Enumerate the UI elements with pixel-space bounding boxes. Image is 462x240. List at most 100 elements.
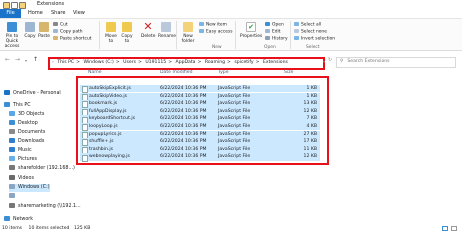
file-name: loopyLoop.js xyxy=(89,124,118,129)
new-folder-quick-icon[interactable] xyxy=(19,1,26,9)
cut-button[interactable]: Cut xyxy=(53,22,68,29)
file-row[interactable]: keyboardShortcut.js 6/22/2024 10:36 PM Jav… xyxy=(80,115,320,124)
nav-item[interactable]: OneDrive - Personal xyxy=(4,90,61,98)
pin-button[interactable]: Pin to Quick access xyxy=(2,22,22,49)
file-row[interactable]: autoSkipVideo.js 6/22/2024 10:36 PM JavaSc… xyxy=(80,92,320,101)
file-row[interactable]: trashbin.js 6/22/2024 10:36 PM JavaScript … xyxy=(80,145,320,155)
breadcrumb-separator: > xyxy=(137,60,142,65)
file-row[interactable]: webnowplaying.js 6/22/2024 10:36 PM JavaSc… xyxy=(80,153,320,162)
nav-item[interactable]: Music xyxy=(9,147,32,155)
address-dropdown-icon[interactable]: ▾ xyxy=(323,59,325,64)
copy-path-button[interactable]: Copy path xyxy=(53,29,83,36)
nav-item-label: Desktop xyxy=(18,121,38,126)
column-header-size[interactable]: Size xyxy=(284,70,293,75)
nav-item[interactable]: Downloads xyxy=(9,138,44,146)
file-row[interactable]: popupLyrics.js 6/22/2024 10:36 PM JavaScri… xyxy=(80,130,320,139)
back-icon[interactable]: ← xyxy=(5,56,10,63)
breadcrumb-segment[interactable]: Users xyxy=(123,60,136,65)
copy-to-label: Copy to xyxy=(121,34,133,44)
move-to-label: Move to xyxy=(105,34,117,44)
nav-item[interactable]: 3D Objects xyxy=(9,111,44,119)
column-header-type[interactable]: Type xyxy=(218,70,229,75)
tab-share[interactable]: Share xyxy=(47,9,69,18)
column-header-date[interactable]: Date modified xyxy=(160,70,193,75)
refresh-icon[interactable]: ↻ xyxy=(328,57,332,63)
copy-button[interactable]: Copy xyxy=(24,22,36,39)
new-item-button[interactable]: New item xyxy=(199,22,227,29)
open-button[interactable]: Open xyxy=(265,22,284,29)
file-name: bookmark.js xyxy=(89,101,118,107)
delete-button[interactable]: ✕ Delete xyxy=(141,21,155,39)
divider xyxy=(176,21,177,49)
search-input[interactable]: ⚲ Search Extensions xyxy=(336,57,456,68)
breadcrumb-segment[interactable]: U191115 xyxy=(145,60,166,65)
breadcrumb-segment[interactable]: Extensions xyxy=(263,60,288,65)
file-row[interactable]: shuffle+.js 6/22/2024 10:36 PM JavaScript … xyxy=(80,138,320,147)
breadcrumb-segment[interactable]: spicetify xyxy=(234,60,253,65)
invert-selection-button[interactable]: Invert selection xyxy=(294,36,335,43)
nav-item-label: Videos xyxy=(18,176,34,181)
tab-view[interactable]: View xyxy=(69,9,89,18)
file-row[interactable]: loopyLoop.js 6/22/2024 10:36 PM JavaScript… xyxy=(80,123,320,132)
nav-item[interactable]: Network xyxy=(4,216,33,224)
paste-button[interactable]: Paste xyxy=(38,22,50,39)
nav-item[interactable]: This PC xyxy=(4,102,31,110)
address-bar[interactable]: › This PC > Windows (C:) > Users > U191115 >… xyxy=(48,57,325,70)
file-size: 1 KB xyxy=(306,86,317,91)
tab-file[interactable]: File xyxy=(0,9,21,18)
breadcrumb-segment[interactable]: This PC xyxy=(57,60,74,65)
nav-item-label: Music xyxy=(18,148,32,153)
nav-item[interactable]: Videos xyxy=(9,175,34,183)
new-folder-button[interactable]: New folder xyxy=(180,22,196,44)
nav-item[interactable]: sharemarketing (\\192.1... xyxy=(9,203,81,211)
nav-item[interactable]: sharefolder (192.168...) xyxy=(9,165,75,173)
search-icon: ⚲ xyxy=(340,59,344,64)
file-type: JavaScript File xyxy=(218,108,251,114)
nav-item[interactable]: Documents xyxy=(9,129,45,137)
breadcrumb-separator: > xyxy=(197,60,202,65)
file-row[interactable]: bookmark.js 6/22/2024 10:36 PM JavaScript … xyxy=(80,100,320,109)
select-none-button[interactable]: Select none xyxy=(294,29,327,36)
nav-item[interactable]: Desktop xyxy=(9,120,38,128)
file-size: 27 KB xyxy=(303,131,317,137)
recent-locations-icon[interactable]: ▾ xyxy=(25,58,27,63)
cloud-icon xyxy=(4,90,10,95)
copy-label: Copy xyxy=(24,34,36,39)
nav-item-label: sharefolder (192.168...) xyxy=(18,166,75,171)
file-row[interactable]: fullAppDisplay.js 6/22/2024 10:36 PM JavaS… xyxy=(80,107,320,117)
breadcrumb-segment[interactable]: Windows (C:) xyxy=(83,60,113,65)
cube-icon xyxy=(9,111,15,116)
easy-access-button[interactable]: Easy access xyxy=(199,29,233,36)
nav-item-label: sharemarketing (\\192.1... xyxy=(18,204,81,209)
group-new-label: New xyxy=(212,45,222,50)
select-all-icon xyxy=(294,22,299,26)
paste-shortcut-label: Paste shortcut xyxy=(60,36,92,42)
copy-to-button[interactable]: Copy to xyxy=(120,22,134,44)
group-select-label: Select xyxy=(306,45,320,50)
column-header-name[interactable]: Name xyxy=(88,70,102,75)
nav-item[interactable]: Windows (C:) xyxy=(9,184,50,192)
nav-item-label: Pictures xyxy=(18,157,37,162)
paste-shortcut-button[interactable]: Paste shortcut xyxy=(53,36,91,43)
file-size: 12 KB xyxy=(303,154,317,160)
edit-button[interactable]: Edit xyxy=(265,29,281,36)
file-name: shuffle+.js xyxy=(89,139,114,145)
rename-button[interactable]: Rename xyxy=(158,22,176,39)
address-row: ← → ▾ ↑ › This PC > Windows (C:) > Users > … xyxy=(0,52,462,70)
tab-home[interactable]: Home xyxy=(24,9,47,18)
up-icon[interactable]: ↑ xyxy=(33,56,38,63)
file-date: 6/22/2024 10:36 PM xyxy=(160,116,207,122)
properties-button[interactable]: ✔ Properties xyxy=(240,22,262,39)
invert-selection-icon xyxy=(294,36,299,40)
select-all-button[interactable]: Select all xyxy=(294,22,321,29)
move-to-button[interactable]: Move to xyxy=(104,22,118,44)
history-button[interactable]: History xyxy=(265,36,288,43)
file-row[interactable]: autoSkipExplicit.js 6/22/2024 10:36 PM Jav… xyxy=(80,85,320,94)
properties-quick-icon[interactable] xyxy=(11,1,18,9)
breadcrumb-segment[interactable]: Roaming xyxy=(205,60,225,65)
nav-item[interactable]: Pictures xyxy=(9,156,37,164)
forward-icon[interactable]: → xyxy=(15,56,20,63)
breadcrumb-segment[interactable]: AppData xyxy=(176,60,196,65)
location-icon: › xyxy=(52,60,54,65)
nav-item[interactable] xyxy=(9,193,18,201)
